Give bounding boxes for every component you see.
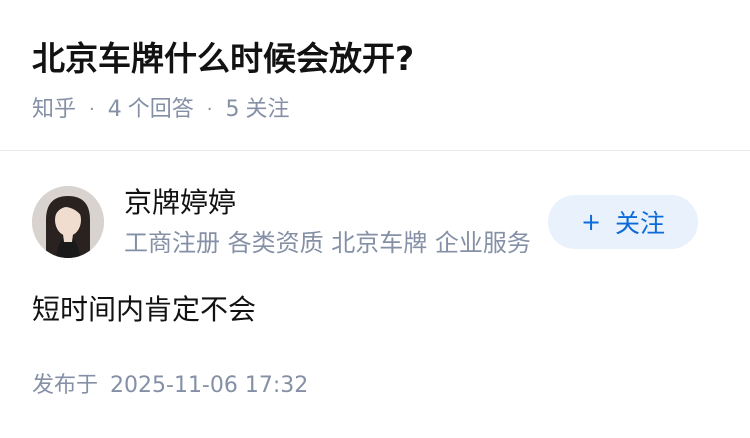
- separator-dot: ·: [206, 99, 213, 120]
- follow-count-label[interactable]: 关注: [246, 94, 290, 126]
- author-name[interactable]: 京牌婷婷: [124, 184, 236, 222]
- answer-count-label[interactable]: 个回答: [128, 94, 194, 126]
- question-title[interactable]: 北京车牌什么时候会放开?: [32, 36, 414, 82]
- answer-content: 短时间内肯定不会: [32, 293, 257, 326]
- avatar[interactable]: [32, 186, 104, 258]
- separator-dot: ·: [89, 99, 95, 120]
- divider: [0, 150, 750, 151]
- follow-button[interactable]: + 关注: [548, 195, 698, 249]
- author-bio: 工商注册 各类资质 北京车牌 企业服务: [124, 229, 531, 257]
- question-header: 北京车牌什么时候会放开? 知乎 · 4 个回答 · 5 关注: [0, 0, 750, 150]
- plus-icon: +: [580, 208, 602, 236]
- answer-count: 4: [107, 97, 122, 122]
- publish-time: 发布于 2025-11-06 17:32: [32, 370, 308, 402]
- follow-button-label: 关注: [615, 209, 666, 238]
- follow-count: 5: [225, 97, 240, 122]
- publish-datetime: 2025-11-06 17:32: [110, 373, 309, 398]
- avatar-image: [32, 186, 104, 258]
- publish-label: 发布于: [32, 373, 99, 398]
- source-label[interactable]: 知乎: [32, 94, 76, 126]
- question-meta: 知乎 · 4 个回答 · 5 关注: [32, 94, 290, 126]
